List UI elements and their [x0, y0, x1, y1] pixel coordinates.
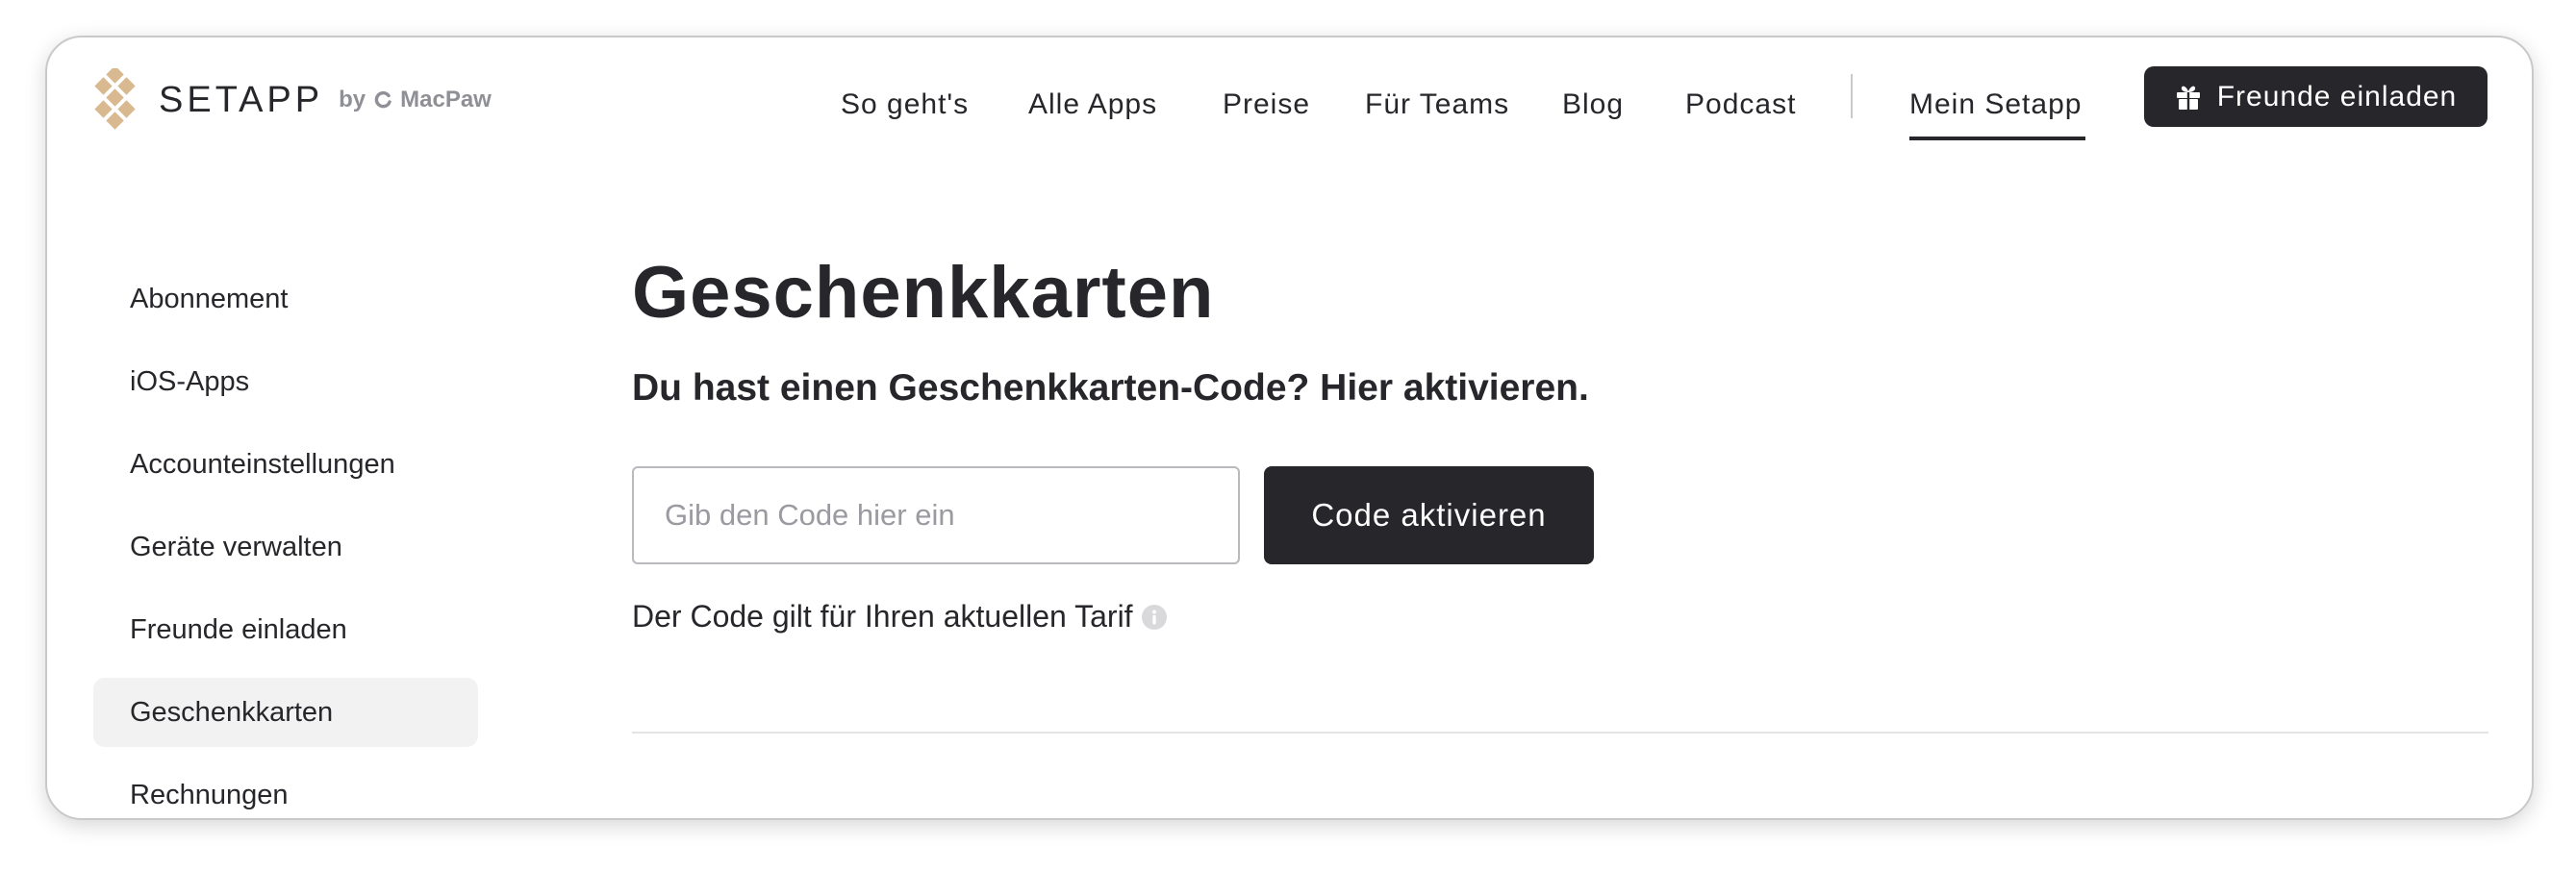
- brand-name: SETAPP: [159, 79, 324, 120]
- app-window: SETAPP by MacPaw So geht's Alle Apps Pre…: [45, 36, 2534, 820]
- sidebar-item-abonnement[interactable]: Abonnement: [93, 264, 478, 334]
- company-name: MacPaw: [400, 87, 492, 112]
- sidebar-item-ios-apps[interactable]: iOS-Apps: [93, 347, 478, 416]
- nav-divider: [1851, 74, 1853, 118]
- by-label: by: [339, 87, 366, 112]
- nav-podcast[interactable]: Podcast: [1685, 76, 1796, 134]
- activate-code-button[interactable]: Code aktivieren: [1264, 466, 1594, 564]
- sidebar-item-geschenkkarten[interactable]: Geschenkkarten: [93, 678, 478, 747]
- nav-preise[interactable]: Preise: [1223, 76, 1310, 134]
- nav-so-gehts[interactable]: So geht's: [841, 76, 969, 134]
- nav-blog[interactable]: Blog: [1562, 76, 1624, 134]
- sidebar-item-freunde-einladen[interactable]: Freunde einladen: [93, 595, 478, 664]
- section-divider: [632, 732, 2488, 734]
- gift-code-input[interactable]: [632, 466, 1240, 564]
- code-note-text: Der Code gilt für Ihren aktuellen Tarif: [632, 599, 1133, 634]
- info-icon[interactable]: [1141, 604, 1168, 631]
- brand-byline: by MacPaw: [339, 87, 492, 113]
- setapp-logo[interactable]: SETAPP by MacPaw: [93, 66, 492, 134]
- nav-alle-apps[interactable]: Alle Apps: [1028, 76, 1157, 134]
- nav-mein-setapp[interactable]: Mein Setapp: [1909, 76, 2082, 134]
- code-note: Der Code gilt für Ihren aktuellen Tarif: [632, 599, 1168, 635]
- gift-icon: [2176, 86, 2200, 110]
- macpaw-icon: [374, 91, 391, 109]
- page-subtitle: Du hast einen Geschenkkarten-Code? Hier …: [632, 367, 1589, 409]
- active-nav-underline: [1909, 137, 2085, 140]
- sidebar-item-accounteinstellungen[interactable]: Accounteinstellungen: [93, 430, 478, 499]
- invite-friends-label: Freunde einladen: [2216, 80, 2458, 112]
- setapp-logo-icon: [94, 68, 136, 130]
- page-title: Geschenkkarten: [632, 252, 1215, 334]
- nav-fuer-teams[interactable]: Für Teams: [1365, 76, 1509, 134]
- sidebar-item-rechnungen[interactable]: Rechnungen: [93, 760, 478, 818]
- invite-friends-button[interactable]: Freunde einladen: [2144, 66, 2488, 127]
- sidebar-item-geraete-verwalten[interactable]: Geräte verwalten: [93, 512, 478, 582]
